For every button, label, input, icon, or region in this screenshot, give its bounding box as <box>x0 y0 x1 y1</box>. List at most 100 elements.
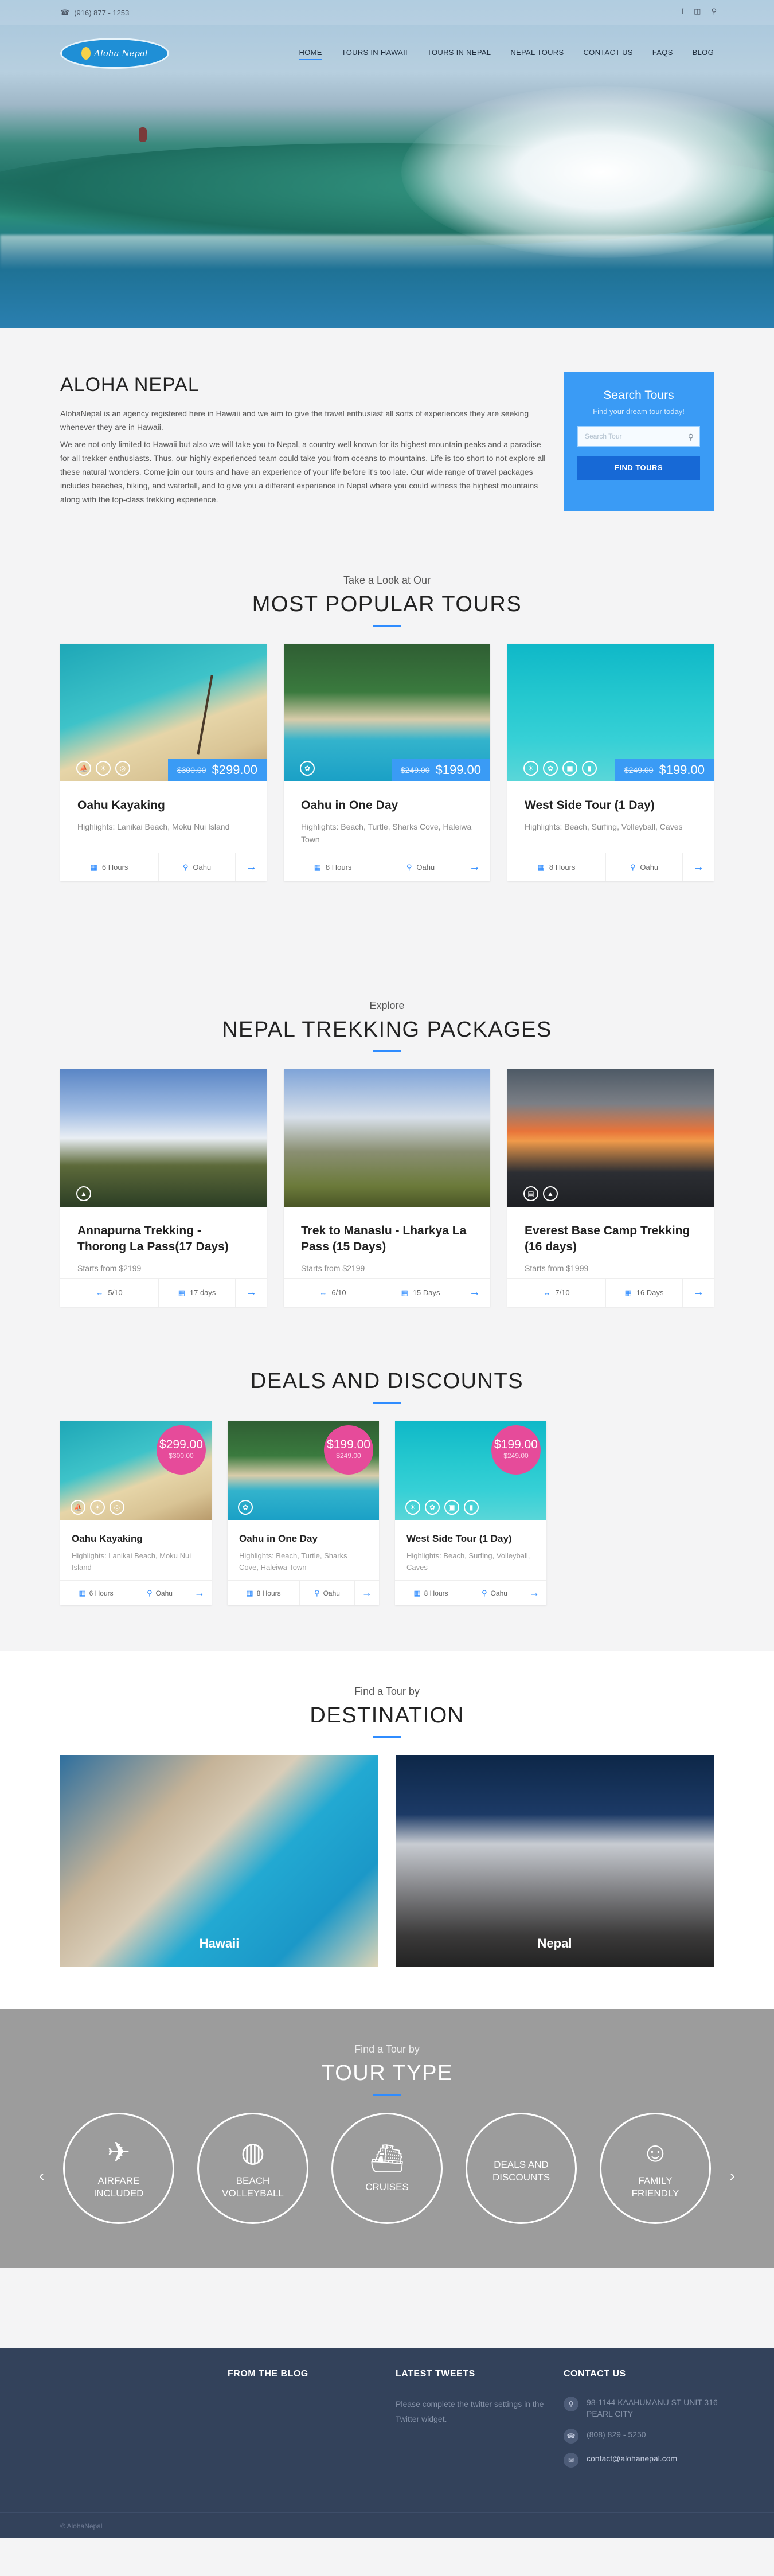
deal-image[interactable]: $299.00 $300.00 ⛵ ☀ ◎ <box>60 1421 212 1520</box>
popular-tours-section: Take a Look at Our MOST POPULAR TOURS ⛵ ☀… <box>60 563 714 953</box>
price-tag: $249.00 $199.00 <box>391 759 490 781</box>
deal-card[interactable]: $199.00 $249.00 ☀ ✿ ▣ ▮ West Side Tour (1 Da… <box>395 1421 546 1605</box>
snorkel-icon[interactable]: ◎ <box>110 1500 124 1515</box>
package-image[interactable]: ▲ <box>60 1069 267 1207</box>
kayak-icon[interactable]: ⛵ <box>71 1500 85 1515</box>
tour-image[interactable]: ✿ $249.00 $199.00 <box>284 644 490 781</box>
top-phone[interactable]: ☎ (916) 877 - 1253 <box>60 8 129 17</box>
chevron-right-icon[interactable]: › <box>730 2167 735 2185</box>
turtle-icon[interactable]: ✿ <box>238 1500 253 1515</box>
search-title: Search Tours <box>603 389 674 402</box>
calendar-icon: ▦ <box>401 1288 408 1297</box>
title-underline <box>373 2094 401 2096</box>
tour-type-airfare[interactable]: ✈ AIRFARE INCLUDED <box>63 2113 174 2224</box>
intro-section: ALOHA NEPAL AlohaNepal is an agency regi… <box>60 328 714 563</box>
destination-hawaii[interactable]: Hawaii <box>60 1755 378 1967</box>
backpack-icon[interactable]: ▤ <box>523 1186 538 1201</box>
location-pin-icon: ⚲ <box>182 862 189 871</box>
bus-icon[interactable]: ▣ <box>562 761 577 776</box>
mountain-icon[interactable]: ▲ <box>76 1186 91 1201</box>
turtle-icon[interactable]: ✿ <box>300 761 315 776</box>
destination-nepal[interactable]: Nepal <box>396 1755 714 1967</box>
location-pin-icon: ⚲ <box>314 1588 320 1597</box>
category-icons: ☀ ✿ ▣ ▮ <box>523 761 597 776</box>
package-card[interactable]: Trek to Manaslu - Lharkya La Pass (15 Da… <box>284 1069 490 1307</box>
facebook-icon[interactable]: f <box>682 7 684 16</box>
intro-paragraph-2: We are not only limited to Hawaii but al… <box>60 440 546 504</box>
package-card[interactable]: ▲ Annapurna Trekking - Thorong La Pass(1… <box>60 1069 267 1307</box>
tour-type-volleyball[interactable]: ◍ BEACH VOLLEYBALL <box>197 2113 308 2224</box>
deal-card[interactable]: $299.00 $300.00 ⛵ ☀ ◎ Oahu Kayaking Highlig… <box>60 1421 212 1605</box>
nav-nepal-tours[interactable]: NEPAL TOURS <box>510 48 564 57</box>
calendar-icon: ▦ <box>246 1588 253 1597</box>
nav-tours-in-nepal[interactable]: TOURS IN NEPAL <box>427 48 491 57</box>
nav-blog[interactable]: BLOG <box>693 48 714 57</box>
deal-image[interactable]: $199.00 $249.00 ☀ ✿ ▣ ▮ <box>395 1421 546 1520</box>
package-price: Starts from $2199 <box>77 1264 142 1273</box>
footer-phone[interactable]: (808) 829 - 5250 <box>587 2429 646 2440</box>
package-title[interactable]: Everest Base Camp Trekking (16 days) <box>525 1223 697 1255</box>
bottle-icon[interactable]: ▮ <box>582 761 597 776</box>
package-title[interactable]: Trek to Manaslu - Lharkya La Pass (15 Da… <box>301 1223 473 1255</box>
deal-card[interactable]: $199.00 $249.00 ✿ Oahu in One Day Highlig… <box>228 1421 379 1605</box>
bus-icon[interactable]: ▣ <box>444 1500 459 1515</box>
footer-tweets: LATEST TWEETS Please complete the twitte… <box>396 2369 544 2423</box>
arrow-right-icon[interactable]: → <box>683 1279 714 1307</box>
arrow-right-icon[interactable]: → <box>236 1279 267 1307</box>
arrow-right-icon[interactable]: → <box>459 1279 490 1307</box>
footer-email[interactable]: contact@alohanepal.com <box>587 2453 677 2464</box>
deal-title[interactable]: Oahu Kayaking <box>72 1533 200 1545</box>
arrow-right-icon[interactable]: → <box>236 853 267 881</box>
tour-card[interactable]: ✿ $249.00 $199.00 Oahu in One Day Highlig… <box>284 644 490 881</box>
calendar-icon: ▦ <box>178 1288 185 1297</box>
tour-type-family[interactable]: ☺ FAMILY FRIENDLY <box>600 2113 711 2224</box>
kayak-icon[interactable]: ⛵ <box>76 761 91 776</box>
nav-tours-in-hawaii[interactable]: TOURS IN HAWAII <box>342 48 408 57</box>
tour-image[interactable]: ☀ ✿ ▣ ▮ $249.00 $199.00 <box>507 644 714 781</box>
package-price: Starts from $2199 <box>301 1264 365 1273</box>
arrow-right-icon[interactable]: → <box>683 853 714 881</box>
tour-card[interactable]: ⛵ ☀ ◎ $300.00 $299.00 Oahu Kayaking Highlig… <box>60 644 267 881</box>
tour-type-pre: Find a Tour by <box>354 2043 420 2055</box>
chevron-left-icon[interactable]: ‹ <box>39 2167 44 2185</box>
tour-title[interactable]: Oahu Kayaking <box>77 798 249 814</box>
category-icons: ✿ <box>300 761 315 776</box>
arrow-right-icon[interactable]: → <box>355 1581 379 1605</box>
package-image[interactable] <box>284 1069 490 1207</box>
search-input[interactable]: Search Tour ⚲ <box>577 426 700 447</box>
beach-icon[interactable]: ☀ <box>90 1500 105 1515</box>
beach-icon[interactable]: ☀ <box>523 761 538 776</box>
nav-home[interactable]: HOME <box>299 48 322 60</box>
package-title[interactable]: Annapurna Trekking - Thorong La Pass(17 … <box>77 1223 249 1255</box>
package-image[interactable]: ▤ ▲ <box>507 1069 714 1207</box>
tour-image[interactable]: ⛵ ☀ ◎ $300.00 $299.00 <box>60 644 267 781</box>
nav-faqs[interactable]: FAQS <box>652 48 673 57</box>
foam-image <box>0 235 774 269</box>
snorkel-icon[interactable]: ◎ <box>115 761 130 776</box>
deal-title[interactable]: Oahu in One Day <box>239 1533 368 1545</box>
tour-type-deals[interactable]: DEALS AND DISCOUNTS <box>466 2113 577 2224</box>
tour-title[interactable]: West Side Tour (1 Day) <box>525 798 697 814</box>
beach-icon[interactable]: ☀ <box>405 1500 420 1515</box>
arrow-right-icon[interactable]: → <box>522 1581 546 1605</box>
mountain-icon[interactable]: ▲ <box>543 1186 558 1201</box>
tour-title[interactable]: Oahu in One Day <box>301 798 473 814</box>
deal-image[interactable]: $199.00 $249.00 ✿ <box>228 1421 379 1520</box>
arrow-right-icon[interactable]: → <box>187 1581 212 1605</box>
turtle-icon[interactable]: ✿ <box>425 1500 440 1515</box>
tour-type-cruises[interactable]: ⛴ CRUISES <box>331 2113 443 2224</box>
beach-icon[interactable]: ☀ <box>96 761 111 776</box>
instagram-icon[interactable]: ◫ <box>694 7 701 16</box>
tour-highlights: Highlights: Lanikai Beach, Moku Nui Isla… <box>77 822 230 831</box>
arrow-right-icon[interactable]: → <box>459 853 490 881</box>
deal-title[interactable]: West Side Tour (1 Day) <box>406 1533 535 1545</box>
tour-card[interactable]: ☀ ✿ ▣ ▮ $249.00 $199.00 West Side Tour (1 Da… <box>507 644 714 881</box>
package-card[interactable]: ▤ ▲ Everest Base Camp Trekking (16 days) … <box>507 1069 714 1307</box>
site-logo[interactable]: Aloha Nepal <box>60 38 169 69</box>
search-icon[interactable]: ⚲ <box>711 7 717 16</box>
turtle-icon[interactable]: ✿ <box>543 761 558 776</box>
nav-contact-us[interactable]: CONTACT US <box>583 48 632 57</box>
bottle-icon[interactable]: ▮ <box>464 1500 479 1515</box>
find-tours-button[interactable]: FIND TOURS <box>577 456 700 480</box>
location-pin-icon: ⚲ <box>630 862 636 871</box>
